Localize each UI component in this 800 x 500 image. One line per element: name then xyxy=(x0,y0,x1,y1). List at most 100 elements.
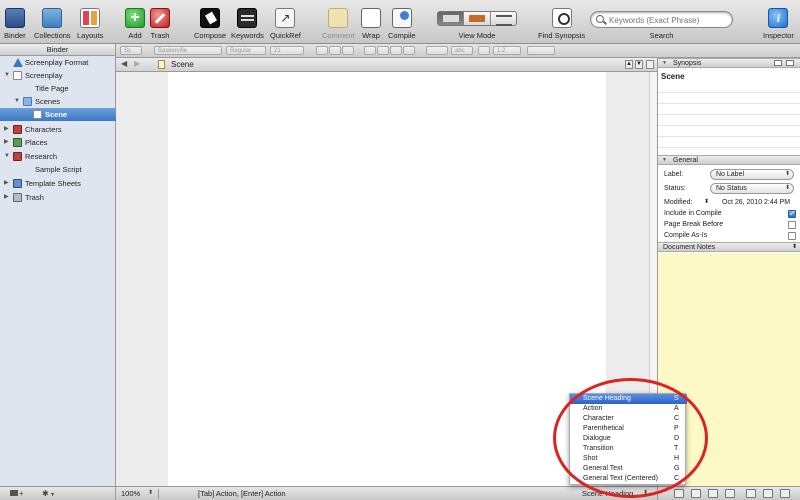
menu-item-scene-heading[interactable]: ✓ Scene Heading S xyxy=(570,394,687,404)
document-notes-header[interactable]: Document Notes ⬍ xyxy=(658,242,800,252)
menu-item-transition[interactable]: Transition T xyxy=(570,444,687,454)
text-color-swatch[interactable] xyxy=(426,46,448,55)
font-family-dropdown[interactable]: Baskerville xyxy=(154,46,222,55)
disclosure-open-icon[interactable]: ▼ xyxy=(4,69,10,82)
characters-icon xyxy=(13,125,22,134)
synopsis-title[interactable]: Scene xyxy=(661,72,685,81)
binder-item-research[interactable]: ▼ Research xyxy=(0,150,116,163)
binder-item-sample-script[interactable]: Sample Script xyxy=(0,163,116,176)
back-arrow-icon[interactable]: ◀ xyxy=(121,59,127,68)
references-tab-icon[interactable] xyxy=(708,489,718,498)
style-dropdown[interactable]: Sc xyxy=(120,46,142,55)
find-synopsis-button[interactable]: Find Synopsis xyxy=(538,8,585,40)
binder-item-label: Screenplay Format xyxy=(25,58,89,67)
general-header[interactable]: ▼ General xyxy=(658,155,800,165)
disclosure-open-icon[interactable]: ▼ xyxy=(14,95,20,108)
disclosure-closed-icon[interactable]: ▶ xyxy=(4,123,9,136)
collections-button[interactable]: Collections xyxy=(34,8,71,40)
binder-item-screenplay-format[interactable]: Screenplay Format xyxy=(0,56,116,69)
align-center-button[interactable] xyxy=(377,46,389,55)
label-dropdown[interactable]: No Label xyxy=(710,169,794,180)
font-weight-dropdown[interactable]: Regular xyxy=(226,46,266,55)
element-style-dropdown[interactable]: Scene Heading xyxy=(582,487,633,500)
notes-stepper-icon[interactable]: ⬍ xyxy=(792,243,797,252)
add-folder-button[interactable]: + xyxy=(10,487,24,500)
status-dropdown[interactable]: No Status xyxy=(710,183,794,194)
binder-item-places[interactable]: ▶ Places xyxy=(0,136,116,149)
compile-button[interactable]: Compile xyxy=(388,8,416,40)
disclosure-open-icon[interactable]: ▼ xyxy=(662,156,667,165)
lock-icon[interactable] xyxy=(763,489,773,498)
menu-item-general-text-centered[interactable]: General Text (Centered) C xyxy=(570,474,687,484)
search-field[interactable] xyxy=(590,11,733,28)
binder-item-scenes[interactable]: ▼ Scenes xyxy=(0,95,116,108)
binder-item-title-page[interactable]: Title Page xyxy=(0,82,116,95)
quickref-button[interactable]: QuickRef xyxy=(270,8,301,40)
bold-button[interactable] xyxy=(316,46,328,55)
page-break-checkbox[interactable] xyxy=(788,221,796,229)
wrap-button[interactable]: Wrap xyxy=(361,8,381,40)
add-button[interactable]: + Add xyxy=(125,8,145,40)
inspector-button[interactable]: i Inspector xyxy=(763,8,794,40)
binder-item-characters[interactable]: ▶ Characters xyxy=(0,123,116,136)
line-spacing-icon[interactable] xyxy=(478,46,490,55)
element-stepper-icon[interactable]: ⬍ xyxy=(643,487,648,500)
zoom-value[interactable]: 100% xyxy=(121,487,140,500)
keywords-tab-icon[interactable] xyxy=(691,489,701,498)
compose-button[interactable]: Compose xyxy=(194,8,226,40)
binder-item-trash[interactable]: ▶ Trash xyxy=(0,191,116,204)
search-input[interactable] xyxy=(609,14,729,26)
disclosure-closed-icon[interactable]: ▶ xyxy=(4,177,9,190)
disclosure-open-icon[interactable]: ▼ xyxy=(4,150,10,163)
line-spacing-dropdown[interactable]: 1.2 xyxy=(493,46,521,55)
view-mode-segmented-control[interactable] xyxy=(437,11,517,26)
menu-item-general-text[interactable]: General Text G xyxy=(570,464,687,474)
scrivenings-mode-segment[interactable] xyxy=(438,12,465,25)
notes-tab-icon[interactable] xyxy=(674,489,684,498)
trash-button[interactable]: Trash xyxy=(150,8,170,40)
layouts-button[interactable]: Layouts xyxy=(77,8,103,40)
split-editor-icon[interactable] xyxy=(646,60,654,69)
italic-button[interactable] xyxy=(329,46,341,55)
underline-button[interactable] xyxy=(342,46,354,55)
comment-button[interactable]: Comment xyxy=(322,8,355,40)
menu-item-parenthetical[interactable]: Parenthetical P xyxy=(570,424,687,434)
include-in-compile-checkbox[interactable] xyxy=(788,207,796,220)
binder-item-template-sheets[interactable]: ▶ Template Sheets xyxy=(0,177,116,190)
snapshots-tab-icon[interactable] xyxy=(746,489,756,498)
menu-item-dialogue[interactable]: Dialogue D xyxy=(570,434,687,444)
align-justify-button[interactable] xyxy=(403,46,415,55)
align-left-button[interactable] xyxy=(364,46,376,55)
zoom-stepper-icon[interactable]: ⬍ xyxy=(148,487,153,500)
binder-item-screenplay[interactable]: ▼ Screenplay xyxy=(0,69,116,82)
comments-tab-icon[interactable] xyxy=(725,489,735,498)
corkboard-mode-segment[interactable] xyxy=(464,12,491,25)
menu-item-character[interactable]: Character C xyxy=(570,414,687,424)
synopsis-text-area[interactable] xyxy=(658,82,800,154)
disclosure-closed-icon[interactable]: ▶ xyxy=(4,136,9,149)
binder-item-scene[interactable]: Scene xyxy=(0,108,116,121)
editor-page[interactable] xyxy=(168,72,606,486)
gear-menu-button[interactable]: ✱ ▼ xyxy=(42,487,55,500)
forward-arrow-icon[interactable]: ▶ xyxy=(134,59,140,68)
align-right-button[interactable] xyxy=(390,46,402,55)
synopsis-header[interactable]: ▼ Synopsis xyxy=(658,58,800,68)
menu-item-shot[interactable]: Shot H xyxy=(570,454,687,464)
previous-document-icon[interactable]: ▲ xyxy=(625,60,633,69)
next-document-icon[interactable]: ▼ xyxy=(635,60,643,69)
keywords-button[interactable]: Keywords xyxy=(231,8,264,40)
binder-button[interactable]: Binder xyxy=(4,8,26,40)
synopsis-text-mode-icon[interactable] xyxy=(774,60,782,66)
synopsis-image-mode-icon[interactable] xyxy=(786,60,794,66)
binder-item-label: Title Page xyxy=(35,84,69,93)
highlight-dropdown[interactable]: abc xyxy=(451,46,473,55)
pin-icon[interactable] xyxy=(780,489,790,498)
disclosure-closed-icon[interactable]: ▶ xyxy=(4,191,9,204)
menu-item-label: General Text xyxy=(583,465,623,472)
menu-item-action[interactable]: Action A xyxy=(570,404,687,414)
list-dropdown[interactable] xyxy=(527,46,555,55)
disclosure-open-icon[interactable]: ▼ xyxy=(662,59,667,68)
compile-as-is-checkbox[interactable] xyxy=(788,232,796,240)
font-size-dropdown[interactable]: 21 xyxy=(270,46,304,55)
outliner-mode-segment[interactable] xyxy=(491,12,516,26)
